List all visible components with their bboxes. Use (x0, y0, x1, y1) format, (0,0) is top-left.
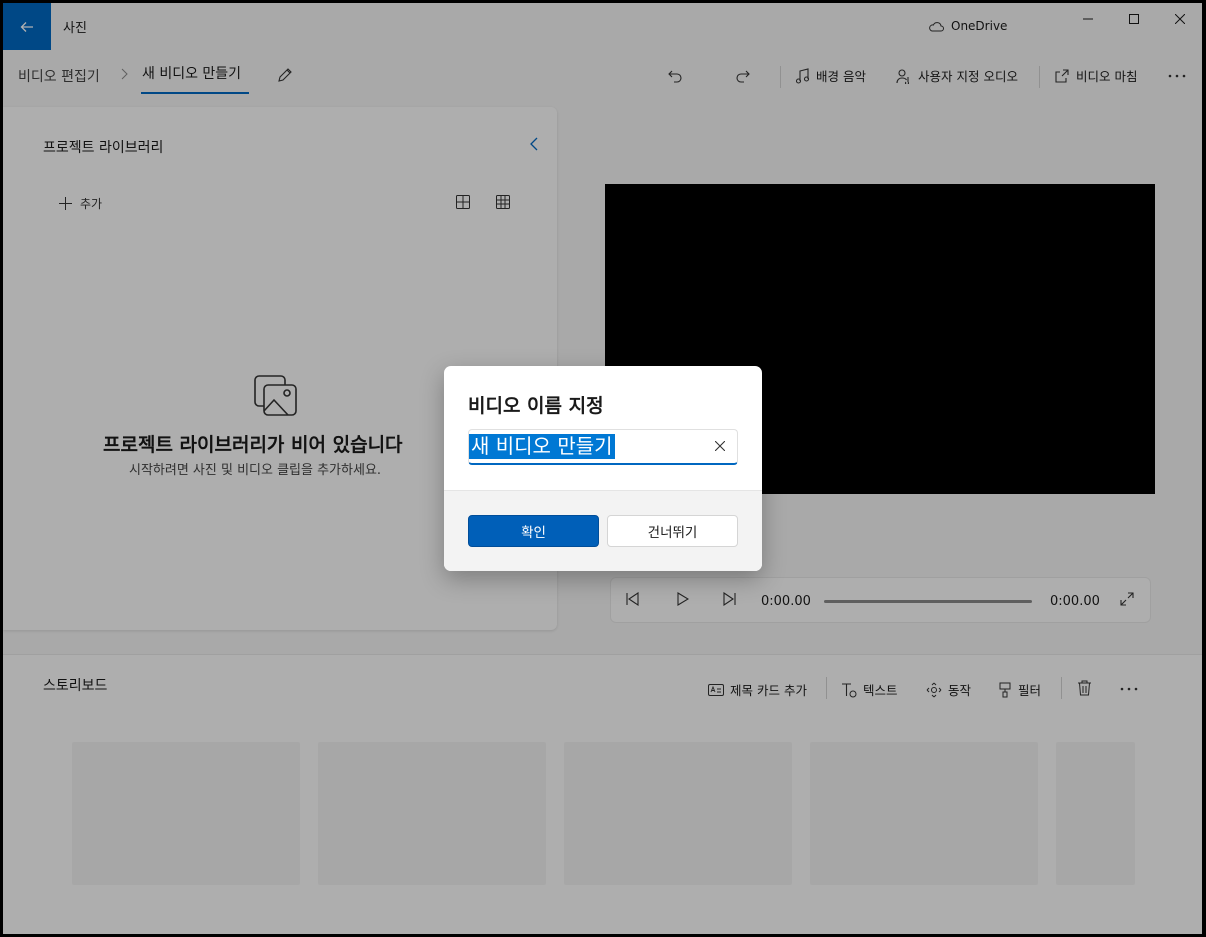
video-name-input[interactable]: 새 비디오 만들기 (468, 429, 738, 465)
photos-app-window: 사진 OneDrive 비디오 편집기 새 비디오 만들기 배경 음악 사용자 … (3, 3, 1202, 934)
dialog-footer: 확인 건너뛰기 (444, 490, 762, 571)
dialog-title: 비디오 이름 지정 (468, 395, 604, 417)
clear-input-icon[interactable] (715, 441, 725, 451)
skip-button[interactable]: 건너뛰기 (607, 515, 738, 547)
video-name-value: 새 비디오 만들기 (469, 434, 615, 459)
name-video-dialog: 비디오 이름 지정 새 비디오 만들기 확인 건너뛰기 (444, 366, 762, 571)
confirm-button[interactable]: 확인 (468, 515, 599, 547)
